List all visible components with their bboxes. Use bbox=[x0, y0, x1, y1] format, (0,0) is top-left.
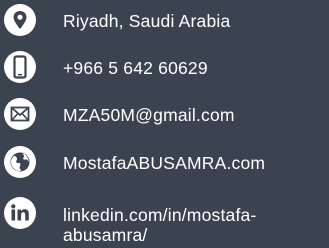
phone-text: +966 5 642 60629 bbox=[63, 58, 208, 78]
email-link[interactable]: MZA50M@gmail.com bbox=[63, 105, 235, 125]
linkedin-icon bbox=[4, 197, 36, 229]
location-pin-icon bbox=[4, 4, 36, 36]
envelope-icon bbox=[4, 98, 36, 130]
contact-item-location: Riyadh, Saudi Arabia bbox=[0, 4, 329, 44]
contact-item-phone: +966 5 642 60629 bbox=[0, 51, 329, 91]
globe-icon bbox=[4, 146, 36, 178]
contact-item-linkedin[interactable]: linkedin.com/in/mostafa-abusamra/ bbox=[0, 193, 329, 248]
contact-item-email[interactable]: MZA50M@gmail.com bbox=[0, 98, 329, 138]
website-link[interactable]: MostafaABUSAMRA.com bbox=[63, 153, 265, 173]
contact-item-website[interactable]: MostafaABUSAMRA.com bbox=[0, 146, 329, 186]
mobile-phone-icon bbox=[4, 51, 36, 83]
linkedin-link[interactable]: linkedin.com/in/mostafa-abusamra/ bbox=[63, 205, 325, 245]
location-text: Riyadh, Saudi Arabia bbox=[63, 11, 231, 31]
